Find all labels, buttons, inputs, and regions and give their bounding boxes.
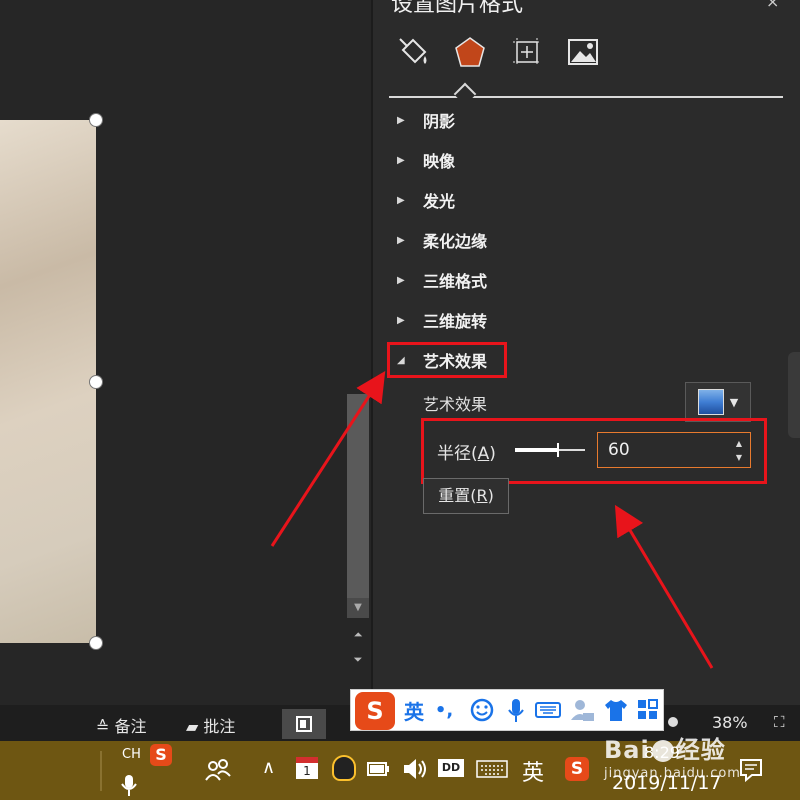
side-volume-widget[interactable] bbox=[788, 352, 800, 438]
skin-icon[interactable] bbox=[603, 696, 629, 724]
watermark-url: jingyan.baidu.com bbox=[604, 766, 741, 781]
scroll-down-button[interactable]: ▼ bbox=[347, 598, 369, 618]
picture-icon[interactable] bbox=[565, 34, 601, 70]
section-reflection[interactable]: ▶ 映像 bbox=[397, 145, 455, 175]
fit-to-window-icon[interactable]: ⛶ bbox=[774, 713, 785, 731]
keyboard-icon[interactable] bbox=[476, 759, 508, 779]
radius-value[interactable]: 60 bbox=[608, 440, 630, 460]
section-label: 发光 bbox=[423, 192, 456, 211]
baidu-jingyan-watermark: Bai 经验 jingyan.baidu.com bbox=[604, 730, 740, 781]
emoji-icon[interactable] bbox=[469, 696, 495, 724]
section-3d-rotation[interactable]: ▶ 三维旋转 bbox=[397, 305, 487, 335]
section-label: 阴影 bbox=[423, 112, 456, 131]
vertical-scrollbar[interactable]: ▼ ⏶ ⏷ bbox=[345, 0, 371, 705]
annotation-highlight-box bbox=[387, 342, 507, 378]
section-soft-edges[interactable]: ▶ 柔化边缘 bbox=[397, 225, 487, 255]
expand-chevron-icon: ▶ bbox=[397, 154, 405, 166]
battery-icon bbox=[367, 762, 389, 776]
baidu-logo: Bai 经验 bbox=[604, 736, 726, 764]
expand-chevron-icon: ▶ bbox=[397, 274, 405, 286]
people-icon[interactable] bbox=[204, 756, 232, 784]
ime-logo[interactable]: S bbox=[355, 692, 395, 730]
ime-short-label[interactable]: CH bbox=[122, 747, 141, 762]
ime-language-toggle[interactable]: 英 bbox=[399, 696, 429, 724]
fill-bucket-icon[interactable] bbox=[395, 34, 431, 70]
section-3d-format[interactable]: ▶ 三维格式 bbox=[397, 265, 487, 295]
normal-view-icon bbox=[296, 716, 312, 732]
expand-chevron-icon: ▶ bbox=[397, 314, 405, 326]
toolbox-icon[interactable] bbox=[635, 696, 661, 724]
notification-icon[interactable] bbox=[738, 757, 764, 783]
resize-handle-top-right[interactable] bbox=[89, 113, 103, 127]
artistic-effect-label: 艺术效果 bbox=[423, 395, 488, 414]
slider-fill bbox=[515, 448, 557, 452]
comments-button[interactable]: ▰ 批注 bbox=[186, 713, 235, 737]
spin-down-icon[interactable]: ▼ bbox=[736, 453, 742, 462]
taskbar-separator bbox=[100, 751, 102, 791]
resize-handle-middle-right[interactable] bbox=[89, 375, 103, 389]
sogou-tray-icon[interactable]: S bbox=[565, 757, 589, 781]
format-picture-pane: 设置图片格式 × ▶ 阴影 ▶ 映像 ▶ 发光 ▶ 柔化边缘 ▶ 三维格式 ▶ … bbox=[373, 0, 800, 705]
dolby-icon[interactable]: DD bbox=[438, 759, 464, 777]
zoom-slider-thumb[interactable] bbox=[668, 717, 678, 727]
section-glow[interactable]: ▶ 发光 bbox=[397, 185, 455, 215]
section-label: 柔化边缘 bbox=[423, 232, 488, 251]
section-label: 三维旋转 bbox=[423, 312, 488, 331]
ime-punctuation-toggle[interactable]: •, bbox=[433, 696, 455, 724]
effect-preview-thumbnail bbox=[697, 389, 724, 415]
sogou-icon[interactable]: S bbox=[150, 744, 172, 766]
expand-chevron-icon: ▶ bbox=[397, 234, 405, 246]
user-icon[interactable] bbox=[569, 696, 595, 724]
scrollbar-thumb[interactable] bbox=[347, 394, 369, 598]
previous-slide-button[interactable]: ⏶ bbox=[347, 627, 369, 643]
radius-spin-input[interactable]: 60 ▲ ▼ bbox=[597, 432, 751, 468]
size-properties-icon[interactable] bbox=[509, 34, 545, 70]
selected-picture[interactable] bbox=[0, 120, 96, 643]
slider-thumb[interactable] bbox=[557, 443, 559, 457]
microphone-icon[interactable] bbox=[503, 696, 529, 724]
section-label: 三维格式 bbox=[423, 272, 488, 291]
artistic-effect-dropdown[interactable]: ▼ bbox=[685, 382, 751, 422]
pane-title: 设置图片格式 bbox=[391, 0, 524, 17]
next-slide-button[interactable]: ⏷ bbox=[347, 652, 369, 668]
speaker-icon[interactable] bbox=[402, 757, 428, 781]
effects-pentagon-icon[interactable] bbox=[452, 34, 488, 70]
input-language-indicator[interactable]: 英 bbox=[522, 755, 544, 787]
microphone-icon[interactable] bbox=[120, 773, 138, 797]
expand-chevron-icon: ▶ bbox=[397, 114, 405, 126]
section-shadow[interactable]: ▶ 阴影 bbox=[397, 105, 455, 135]
radius-slider[interactable] bbox=[515, 443, 585, 457]
expand-chevron-icon: ▶ bbox=[397, 194, 405, 206]
keyboard-icon[interactable] bbox=[535, 696, 561, 724]
notes-button[interactable]: ≙ 备注 bbox=[96, 713, 147, 737]
close-icon[interactable]: × bbox=[766, 0, 779, 11]
resize-handle-bottom-right[interactable] bbox=[89, 636, 103, 650]
paw-icon bbox=[651, 740, 674, 762]
reset-button[interactable]: 重置(R) bbox=[423, 478, 509, 514]
normal-view-button[interactable] bbox=[282, 709, 326, 739]
selected-tab-caret bbox=[453, 82, 477, 106]
spin-up-icon[interactable]: ▲ bbox=[736, 439, 742, 448]
radius-label: 半径(A) bbox=[437, 444, 496, 464]
chevron-up-icon[interactable]: ∧ bbox=[262, 757, 275, 778]
ime-toolbar: S 英 •, bbox=[350, 689, 664, 731]
qq-icon[interactable] bbox=[332, 755, 356, 781]
tab-underline bbox=[389, 96, 783, 98]
slide-canvas[interactable] bbox=[0, 0, 345, 705]
section-label: 映像 bbox=[423, 152, 456, 171]
chevron-down-icon: ▼ bbox=[729, 395, 739, 409]
calendar-icon[interactable]: 1 bbox=[296, 757, 318, 779]
